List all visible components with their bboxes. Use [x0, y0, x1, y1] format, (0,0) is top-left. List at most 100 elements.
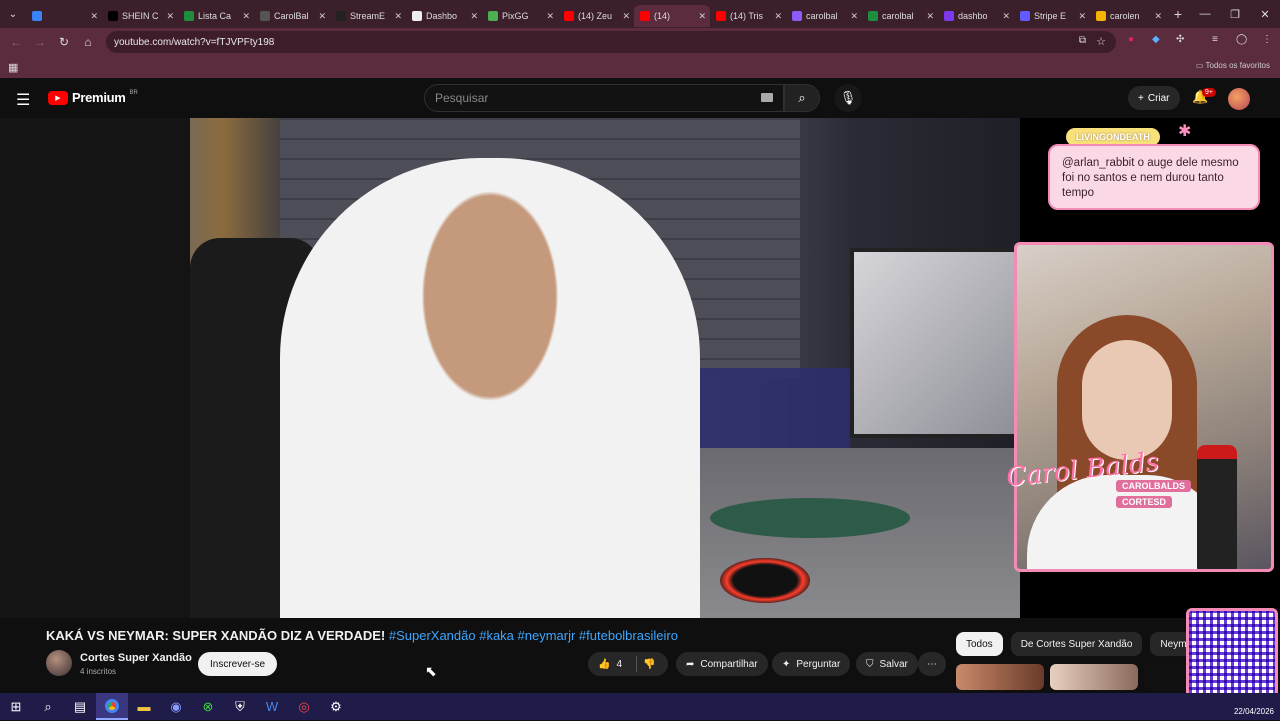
browser-tab[interactable]: StreamE ✕: [330, 5, 406, 27]
tab-close-icon[interactable]: ✕: [546, 11, 554, 22]
minimize-icon[interactable]: —: [1190, 0, 1220, 28]
tab-close-icon[interactable]: ✕: [622, 11, 630, 22]
thumbnail[interactable]: [1144, 664, 1186, 690]
file-explorer-icon[interactable]: ▬: [128, 693, 160, 720]
url-field[interactable]: ⚙ youtube.com/watch?v=fTJVPFty198 ⧉ ☆: [106, 31, 1116, 721]
tab-close-icon[interactable]: ✕: [166, 11, 174, 22]
search-button[interactable]: ⌕: [784, 84, 820, 112]
home-icon[interactable]: ⌂: [76, 35, 100, 49]
tab-close-icon[interactable]: ✕: [90, 11, 98, 22]
tab-favicon-icon: [336, 11, 346, 21]
thumbnail[interactable]: [956, 664, 1044, 690]
browser-tab[interactable]: carolen ✕: [1090, 5, 1166, 27]
tab-close-icon[interactable]: ✕: [470, 11, 478, 22]
restore-icon[interactable]: ❐: [1220, 0, 1250, 28]
tab-close-icon[interactable]: ✕: [698, 11, 706, 22]
browser-tab[interactable]: ✕: [26, 5, 102, 27]
thumbnail[interactable]: [1050, 664, 1138, 690]
like-icon[interactable]: 👍: [598, 659, 610, 670]
tab-close-icon[interactable]: ✕: [774, 11, 782, 22]
video-hashtags[interactable]: #SuperXandão #kaka #neymarjr #futebolbra…: [389, 628, 678, 643]
reload-icon[interactable]: ↻: [52, 35, 76, 49]
like-count[interactable]: 4: [616, 659, 622, 670]
tab-close-icon[interactable]: ✕: [926, 11, 934, 22]
tab-title: PixGG: [502, 11, 529, 21]
channel-name[interactable]: Cortes Super Xandão: [80, 652, 192, 664]
tab-close-icon[interactable]: ✕: [850, 11, 858, 22]
account-avatar[interactable]: [1228, 88, 1250, 110]
tab-close-icon[interactable]: ✕: [394, 11, 402, 22]
all-bookmarks-link[interactable]: ▭ Todos os favoritos: [1196, 61, 1270, 70]
browser-tab[interactable]: Lista Ca ✕: [178, 5, 254, 27]
xbox-icon[interactable]: ⊗: [192, 693, 224, 720]
browser-tab[interactable]: Stripe E ✕: [1014, 5, 1090, 27]
browser-tab[interactable]: (14) Tris ✕: [710, 5, 786, 27]
new-tab-button[interactable]: +: [1166, 6, 1190, 22]
tab-favicon-icon: [716, 11, 726, 21]
windows-taskbar: ⊞ ⌕ ▤ ▬ ◉ ⊗ ⛨ W ◎ ⚙ 22/04/2026: [0, 693, 1280, 720]
browser-tab[interactable]: (14) Zeu ✕: [558, 5, 634, 27]
security-shield-icon[interactable]: ⛨: [224, 693, 256, 720]
youtube-logo[interactable]: ▶ Premium BR: [48, 90, 138, 105]
back-icon[interactable]: ←: [4, 35, 28, 49]
browser-tab[interactable]: Dashbo ✕: [406, 5, 482, 27]
browser-tab[interactable]: PixGG ✕: [482, 5, 558, 27]
brand-overlay: Carol Balds CAROLBALDS CORTESD: [1004, 447, 1280, 528]
chip-channel[interactable]: De Cortes Super Xandão: [1010, 632, 1143, 656]
all-bookmarks-label: Todos os favoritos: [1205, 61, 1270, 70]
browser-tab[interactable]: dashbo ✕: [938, 5, 1014, 27]
browser-menu-icon[interactable]: ⋮: [1262, 34, 1272, 45]
word-icon[interactable]: W: [256, 693, 288, 720]
tab-title: (14) Tris: [730, 11, 764, 21]
install-app-icon[interactable]: ⧉: [1079, 35, 1086, 46]
subscribe-button[interactable]: Inscrever-se: [198, 652, 278, 676]
media-icon[interactable]: ≡: [1212, 34, 1218, 45]
search-icon[interactable]: ⌕: [32, 693, 64, 720]
windows-start-icon[interactable]: ⊞: [0, 693, 32, 720]
tab-close-icon[interactable]: ✕: [1002, 11, 1010, 22]
save-button[interactable]: ⛉ Salvar: [856, 652, 918, 676]
bookmark-star-icon[interactable]: ☆: [1096, 35, 1106, 48]
social-handle-secondary: CORTESD: [1116, 496, 1173, 508]
tab-favicon-icon: [564, 11, 574, 21]
chip-all[interactable]: Todos: [956, 632, 1003, 656]
voice-search-button[interactable]: 🎙: [834, 84, 862, 112]
hamburger-menu-icon[interactable]: ☰: [16, 90, 30, 110]
search-input[interactable]: Pesquisar: [424, 84, 784, 112]
browser-tab[interactable]: (14) ✕: [634, 5, 710, 27]
apps-grid-icon[interactable]: ▦: [8, 61, 18, 74]
forward-icon[interactable]: →: [28, 35, 52, 49]
extension-icon[interactable]: ◆: [1152, 34, 1160, 45]
tab-search-icon[interactable]: ⌄: [0, 0, 26, 28]
dislike-icon[interactable]: 👎: [643, 659, 655, 670]
tab-favicon-icon: [868, 11, 878, 21]
discord-icon[interactable]: ◉: [160, 693, 192, 720]
tab-close-icon[interactable]: ✕: [1078, 11, 1086, 22]
share-button[interactable]: ➦ Compartilhar: [676, 652, 768, 676]
tab-close-icon[interactable]: ✕: [242, 11, 250, 22]
extensions-puzzle-icon[interactable]: ✣: [1176, 34, 1184, 45]
chrome-icon[interactable]: [96, 693, 128, 720]
extension-icon[interactable]: ●: [1128, 34, 1134, 45]
tab-title: Dashbo: [426, 11, 458, 21]
profile-icon[interactable]: ◯: [1236, 34, 1247, 45]
channel-avatar[interactable]: [46, 650, 72, 676]
tab-close-icon[interactable]: ✕: [318, 11, 326, 22]
tab-close-icon[interactable]: ✕: [1154, 11, 1162, 22]
more-actions-button[interactable]: ⋯: [918, 652, 946, 676]
create-button[interactable]: + Criar: [1128, 86, 1180, 110]
browser-tab[interactable]: carolbal ✕: [786, 5, 862, 27]
video-player[interactable]: LIVINGONDEATH ✱ @arlan_rabbit o auge del…: [0, 118, 1280, 618]
logo-text: Premium: [72, 90, 126, 105]
close-window-icon[interactable]: ✕: [1250, 0, 1280, 28]
task-view-icon[interactable]: ▤: [64, 693, 96, 720]
steam-icon[interactable]: ⚙: [320, 693, 352, 720]
keyboard-icon[interactable]: [761, 93, 773, 102]
gaming-mouse: [720, 558, 810, 603]
app-icon[interactable]: ◎: [288, 693, 320, 720]
player-left-background: [0, 118, 190, 618]
browser-tab[interactable]: SHEIN C ✕: [102, 5, 178, 27]
ask-button[interactable]: ✦ Perguntar: [772, 652, 851, 676]
browser-tab[interactable]: CarolBal ✕: [254, 5, 330, 27]
browser-tab[interactable]: carolbal ✕: [862, 5, 938, 27]
